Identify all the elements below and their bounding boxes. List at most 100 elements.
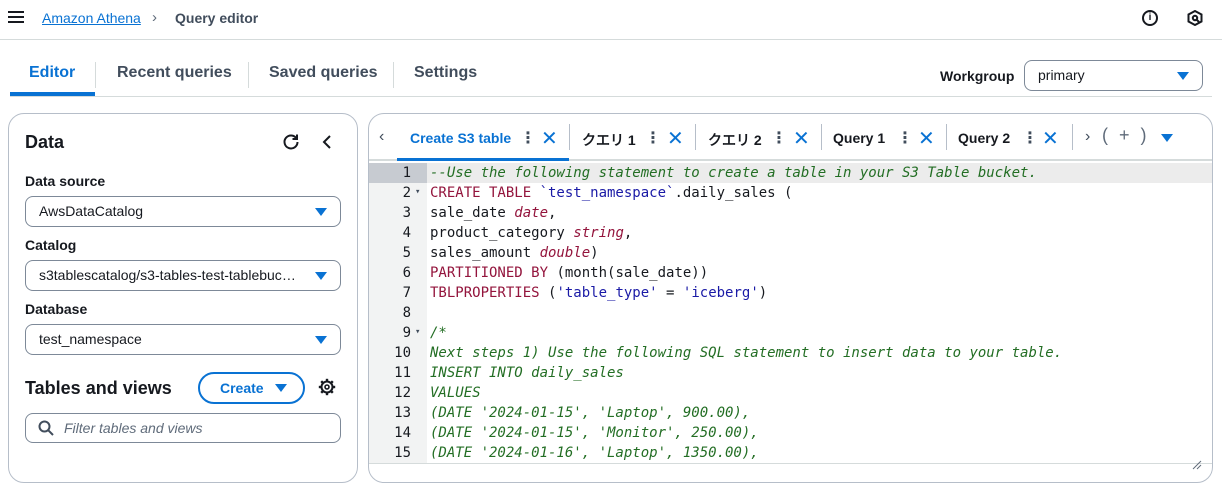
code-token: Next steps 1) Use the following SQL stat…: [430, 345, 1063, 361]
caret-down-icon[interactable]: [1161, 134, 1173, 142]
tables-and-views-title: Tables and views: [25, 378, 172, 398]
gear-icon[interactable]: [318, 378, 336, 396]
menu-icon[interactable]: [8, 11, 24, 27]
kebab-menu-icon[interactable]: ⋮: [771, 128, 787, 148]
tab-recent-queries[interactable]: Recent queries: [96, 56, 253, 96]
fold-toggle-icon[interactable]: ▾: [415, 322, 420, 342]
chevron-left-icon[interactable]: ‹: [379, 128, 384, 146]
fold-toggle-icon[interactable]: ▾: [415, 182, 420, 202]
code-line: 14 (DATE '2024-01-15', 'Monitor', 250.00)…: [369, 423, 1212, 443]
kebab-menu-icon[interactable]: ⋮: [645, 128, 661, 148]
close-icon[interactable]: ✕: [541, 126, 558, 151]
code-token: --Use the following statement to create …: [430, 165, 1037, 181]
kebab-menu-icon[interactable]: ⋮: [897, 128, 913, 148]
feedback-icon[interactable]: [1187, 10, 1203, 26]
kebab-menu-icon[interactable]: ⋮: [520, 128, 536, 148]
catalog-value: s3tablescatalog/s3-tables-test-tablebuck…: [39, 267, 300, 283]
tab-settings-label: Settings: [414, 64, 478, 81]
tab-settings[interactable]: Settings: [393, 56, 498, 96]
caret-down-icon: [315, 336, 327, 344]
code-token: =: [657, 285, 683, 301]
code-token: .daily_sales (: [674, 185, 793, 201]
search-icon: [38, 420, 54, 436]
code-token: sales_amount: [430, 245, 540, 261]
add-tab-button[interactable]: ( + ): [1102, 125, 1150, 146]
code-token: ,: [623, 225, 633, 241]
workgroup-select[interactable]: primary: [1024, 60, 1203, 91]
close-icon[interactable]: ✕: [918, 126, 935, 151]
code-editor[interactable]: 1 --Use the following statement to create…: [369, 163, 1212, 463]
data-panel: Data Data source AwsDataCatalog Catalog …: [8, 113, 358, 483]
caret-down-icon: [315, 272, 327, 280]
refresh-icon[interactable]: [282, 133, 300, 151]
line-number: 14: [394, 425, 411, 441]
caret-down-icon: [315, 208, 327, 216]
code-text: Next steps 1) Use the following SQL stat…: [430, 343, 1062, 363]
code-token: double: [539, 245, 591, 261]
query-editor: ‹ Create S3 table ⋮ ✕ クエリ 1 ⋮ ✕ クエリ 2 ⋮ …: [368, 113, 1213, 483]
breadcrumb-athena-link[interactable]: Amazon Athena: [42, 10, 141, 26]
database-label: Database: [25, 301, 88, 317]
tab-saved-queries-label: Saved queries: [269, 64, 378, 81]
close-icon[interactable]: ✕: [1042, 126, 1059, 151]
code-text: (DATE '2024-01-15', 'Monitor', 250.00),: [430, 423, 759, 443]
line-number: 2: [402, 185, 411, 201]
info-icon[interactable]: i: [1142, 10, 1158, 26]
database-select[interactable]: test_namespace: [25, 324, 341, 355]
line-number: 1: [402, 165, 411, 181]
line-number: 13: [394, 405, 411, 421]
close-icon[interactable]: ✕: [667, 126, 684, 151]
code-line: 6 PARTITIONED BY (month(sale_date)): [369, 263, 1212, 283]
catalog-label: Catalog: [25, 237, 77, 253]
tab-editor[interactable]: Editor: [10, 56, 95, 96]
query-tab-query-2[interactable]: Query 2 ⋮ ✕: [947, 114, 1071, 161]
query-tab-label: Create S3 table: [410, 130, 512, 146]
code-line: 15 (DATE '2024-01-16', 'Laptop', 1350.00)…: [369, 443, 1212, 463]
data-source-value: AwsDataCatalog: [39, 203, 144, 219]
code-text: sale_date date,: [430, 203, 556, 223]
create-button[interactable]: Create: [198, 372, 305, 404]
chevron-right-icon[interactable]: ›: [1085, 128, 1090, 146]
code-line: 9 ▾ /*: [369, 322, 1212, 343]
caret-down-icon: [1177, 72, 1189, 80]
close-icon[interactable]: ✕: [793, 126, 810, 151]
code-token: PARTITIONED BY: [430, 265, 557, 281]
query-tab-label: クエリ 1: [582, 132, 636, 148]
code-text: (DATE '2024-01-16', 'Laptop', 1350.00),: [430, 443, 759, 463]
line-number: 8: [402, 305, 411, 321]
chevron-left-icon[interactable]: [320, 133, 334, 151]
query-tab-create-s3-table[interactable]: Create S3 table ⋮ ✕: [397, 114, 569, 161]
tab-saved-queries[interactable]: Saved queries: [248, 56, 399, 96]
line-number: 4: [402, 225, 411, 241]
code-token: (DATE '2024-01-15', 'Monitor', 250.00),: [430, 425, 759, 441]
line-number: 5: [402, 245, 411, 261]
chevron-right-icon: ›: [152, 9, 157, 26]
code-line: 5 sales_amount double): [369, 243, 1212, 263]
filter-tables-box: [25, 413, 341, 443]
line-number: 12: [394, 385, 411, 401]
top-bar: Amazon Athena › Query editor i: [0, 0, 1222, 40]
filter-tables-input[interactable]: [62, 417, 332, 439]
code-text: (DATE '2024-01-15', 'Laptop', 900.00),: [430, 403, 750, 423]
kebab-menu-icon[interactable]: ⋮: [1022, 128, 1038, 148]
code-line: 1 --Use the following statement to create…: [369, 163, 1212, 183]
editor-bottom-divider: [369, 463, 1212, 464]
tab-divider: [1072, 124, 1073, 150]
query-tab-query-1[interactable]: Query 1 ⋮ ✕: [822, 114, 946, 161]
resize-handle-icon[interactable]: [1192, 460, 1202, 470]
query-tab-kueri-1[interactable]: クエリ 1 ⋮ ✕: [570, 114, 695, 161]
data-source-select[interactable]: AwsDataCatalog: [25, 196, 341, 227]
code-token: TBLPROPERTIES: [430, 285, 549, 301]
code-token: date: [514, 205, 549, 221]
code-text: TBLPROPERTIES ('table_type' = 'iceberg'): [430, 283, 767, 303]
code-text: INSERT INTO daily_sales: [430, 363, 624, 383]
code-line: 3 sale_date date,: [369, 203, 1212, 223]
code-token: sale_date: [430, 205, 515, 221]
line-number: 7: [402, 285, 411, 301]
code-line: 11 INSERT INTO daily_sales: [369, 363, 1212, 383]
line-number: 9: [402, 325, 411, 341]
code-token: (DATE '2024-01-15', 'Laptop', 900.00),: [430, 405, 751, 421]
catalog-select[interactable]: s3tablescatalog/s3-tables-test-tablebuck…: [25, 260, 341, 291]
query-tab-kueri-2[interactable]: クエリ 2 ⋮ ✕: [696, 114, 821, 161]
tab-editor-label: Editor: [29, 64, 76, 81]
